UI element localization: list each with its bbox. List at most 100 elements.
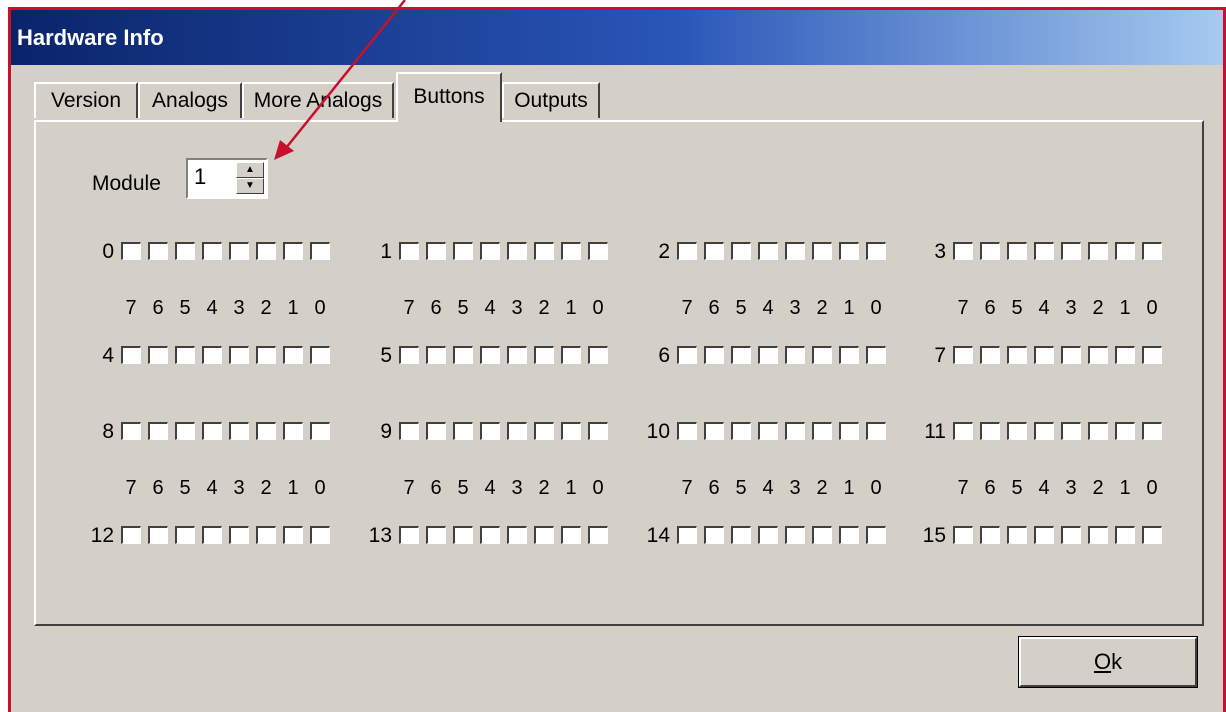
button-bit-checkbox[interactable] (399, 422, 419, 440)
module-spinner[interactable]: 1 ▲ ▼ (186, 158, 268, 199)
button-bit-checkbox[interactable] (1088, 242, 1108, 260)
button-bit-checkbox[interactable] (812, 242, 832, 260)
button-bit-checkbox[interactable] (480, 526, 500, 544)
tab-version[interactable]: Version (34, 82, 138, 118)
button-bit-checkbox[interactable] (1142, 422, 1162, 440)
button-bit-checkbox[interactable] (229, 242, 249, 260)
button-bit-checkbox[interactable] (507, 242, 527, 260)
button-bit-checkbox[interactable] (561, 422, 581, 440)
button-bit-checkbox[interactable] (866, 242, 886, 260)
button-bit-checkbox[interactable] (1034, 422, 1054, 440)
button-bit-checkbox[interactable] (256, 346, 276, 364)
button-bit-checkbox[interactable] (310, 242, 330, 260)
button-bit-checkbox[interactable] (758, 346, 778, 364)
button-bit-checkbox[interactable] (1007, 422, 1027, 440)
button-bit-checkbox[interactable] (704, 346, 724, 364)
module-value[interactable]: 1 (194, 164, 206, 190)
button-bit-checkbox[interactable] (1061, 422, 1081, 440)
button-bit-checkbox[interactable] (561, 526, 581, 544)
button-bit-checkbox[interactable] (148, 526, 168, 544)
button-bit-checkbox[interactable] (785, 422, 805, 440)
button-bit-checkbox[interactable] (121, 242, 141, 260)
button-bit-checkbox[interactable] (256, 526, 276, 544)
button-bit-checkbox[interactable] (426, 242, 446, 260)
button-bit-checkbox[interactable] (229, 526, 249, 544)
button-bit-checkbox[interactable] (175, 346, 195, 364)
button-bit-checkbox[interactable] (980, 422, 1000, 440)
button-bit-checkbox[interactable] (953, 346, 973, 364)
button-bit-checkbox[interactable] (121, 346, 141, 364)
button-bit-checkbox[interactable] (1088, 526, 1108, 544)
button-bit-checkbox[interactable] (953, 242, 973, 260)
button-bit-checkbox[interactable] (175, 242, 195, 260)
button-bit-checkbox[interactable] (785, 242, 805, 260)
button-bit-checkbox[interactable] (1034, 526, 1054, 544)
button-bit-checkbox[interactable] (534, 422, 554, 440)
button-bit-checkbox[interactable] (677, 422, 697, 440)
button-bit-checkbox[interactable] (588, 526, 608, 544)
button-bit-checkbox[interactable] (677, 526, 697, 544)
button-bit-checkbox[interactable] (1061, 346, 1081, 364)
button-bit-checkbox[interactable] (1142, 242, 1162, 260)
button-bit-checkbox[interactable] (202, 242, 222, 260)
button-bit-checkbox[interactable] (453, 346, 473, 364)
button-bit-checkbox[interactable] (148, 422, 168, 440)
button-bit-checkbox[interactable] (453, 242, 473, 260)
button-bit-checkbox[interactable] (175, 526, 195, 544)
button-bit-checkbox[interactable] (1088, 346, 1108, 364)
button-bit-checkbox[interactable] (839, 526, 859, 544)
button-bit-checkbox[interactable] (588, 346, 608, 364)
button-bit-checkbox[interactable] (1061, 526, 1081, 544)
button-bit-checkbox[interactable] (1115, 526, 1135, 544)
button-bit-checkbox[interactable] (866, 346, 886, 364)
button-bit-checkbox[interactable] (310, 526, 330, 544)
button-bit-checkbox[interactable] (1142, 526, 1162, 544)
button-bit-checkbox[interactable] (283, 242, 303, 260)
button-bit-checkbox[interactable] (785, 526, 805, 544)
button-bit-checkbox[interactable] (534, 242, 554, 260)
button-bit-checkbox[interactable] (561, 242, 581, 260)
button-bit-checkbox[interactable] (121, 526, 141, 544)
button-bit-checkbox[interactable] (1034, 346, 1054, 364)
button-bit-checkbox[interactable] (399, 526, 419, 544)
button-bit-checkbox[interactable] (507, 526, 527, 544)
button-bit-checkbox[interactable] (283, 422, 303, 440)
tab-analogs[interactable]: Analogs (138, 82, 242, 118)
button-bit-checkbox[interactable] (812, 346, 832, 364)
button-bit-checkbox[interactable] (1061, 242, 1081, 260)
button-bit-checkbox[interactable] (480, 422, 500, 440)
button-bit-checkbox[interactable] (534, 526, 554, 544)
button-bit-checkbox[interactable] (202, 422, 222, 440)
button-bit-checkbox[interactable] (980, 526, 1000, 544)
button-bit-checkbox[interactable] (1142, 346, 1162, 364)
button-bit-checkbox[interactable] (731, 346, 751, 364)
button-bit-checkbox[interactable] (677, 242, 697, 260)
button-bit-checkbox[interactable] (1115, 346, 1135, 364)
button-bit-checkbox[interactable] (1007, 346, 1027, 364)
button-bit-checkbox[interactable] (426, 346, 446, 364)
button-bit-checkbox[interactable] (1088, 422, 1108, 440)
button-bit-checkbox[interactable] (704, 526, 724, 544)
button-bit-checkbox[interactable] (175, 422, 195, 440)
button-bit-checkbox[interactable] (1034, 242, 1054, 260)
button-bit-checkbox[interactable] (704, 242, 724, 260)
button-bit-checkbox[interactable] (480, 242, 500, 260)
button-bit-checkbox[interactable] (812, 422, 832, 440)
button-bit-checkbox[interactable] (202, 346, 222, 364)
button-bit-checkbox[interactable] (1007, 242, 1027, 260)
tab-buttons[interactable]: Buttons (396, 72, 502, 122)
button-bit-checkbox[interactable] (812, 526, 832, 544)
button-bit-checkbox[interactable] (310, 422, 330, 440)
button-bit-checkbox[interactable] (1115, 242, 1135, 260)
button-bit-checkbox[interactable] (953, 422, 973, 440)
button-bit-checkbox[interactable] (731, 526, 751, 544)
button-bit-checkbox[interactable] (283, 346, 303, 364)
button-bit-checkbox[interactable] (202, 526, 222, 544)
button-bit-checkbox[interactable] (426, 526, 446, 544)
button-bit-checkbox[interactable] (785, 346, 805, 364)
button-bit-checkbox[interactable] (1007, 526, 1027, 544)
button-bit-checkbox[interactable] (731, 422, 751, 440)
button-bit-checkbox[interactable] (399, 242, 419, 260)
button-bit-checkbox[interactable] (588, 422, 608, 440)
button-bit-checkbox[interactable] (480, 346, 500, 364)
